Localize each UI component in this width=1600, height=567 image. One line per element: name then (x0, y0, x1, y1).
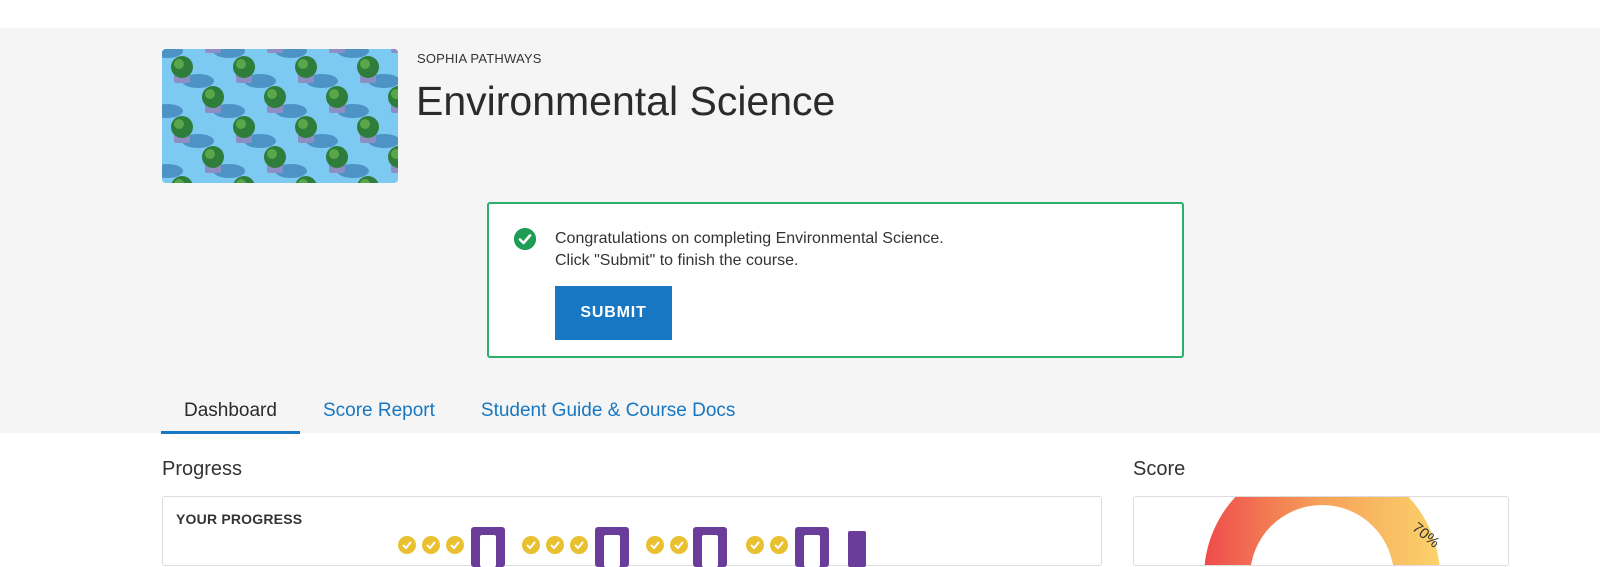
final-milestone[interactable] (848, 531, 866, 567)
completed-check-icon (398, 536, 416, 554)
course-image (162, 49, 398, 183)
page-title: Environmental Science (416, 78, 836, 124)
completed-check-icon (770, 536, 788, 554)
score-gauge: 70% (1204, 497, 1443, 565)
completed-check-icon (670, 536, 688, 554)
progress-card: YOUR PROGRESS (162, 496, 1102, 567)
progress-heading: Progress (162, 458, 243, 480)
check-circle-icon (514, 228, 536, 250)
completed-check-icon (546, 536, 564, 554)
completed-check-icon (446, 536, 464, 554)
progress-track (398, 527, 866, 567)
tab-student-guide[interactable]: Student Guide & Course Docs (458, 390, 759, 434)
completed-check-icon (422, 536, 440, 554)
tab-dashboard[interactable]: Dashboard (161, 390, 300, 434)
completed-check-icon (522, 536, 540, 554)
submit-button[interactable]: SUBMIT (555, 286, 672, 340)
score-heading: Score (1133, 458, 1186, 480)
notice-message-line2: Click "Submit" to finish the course. (555, 252, 799, 269)
score-card: 70% (1133, 496, 1509, 566)
completed-check-icon (646, 536, 664, 554)
completed-check-icon (570, 536, 588, 554)
tab-score-report[interactable]: Score Report (300, 390, 458, 434)
provider-label: SOPHIA PATHWAYS (417, 51, 542, 66)
completion-notice: Congratulations on completing Environmen… (487, 202, 1184, 358)
completed-check-icon (746, 536, 764, 554)
course-tabs: Dashboard Score Report Student Guide & C… (161, 390, 758, 434)
notice-message-line1: Congratulations on completing Environmen… (555, 230, 944, 247)
top-strip (0, 0, 1600, 28)
